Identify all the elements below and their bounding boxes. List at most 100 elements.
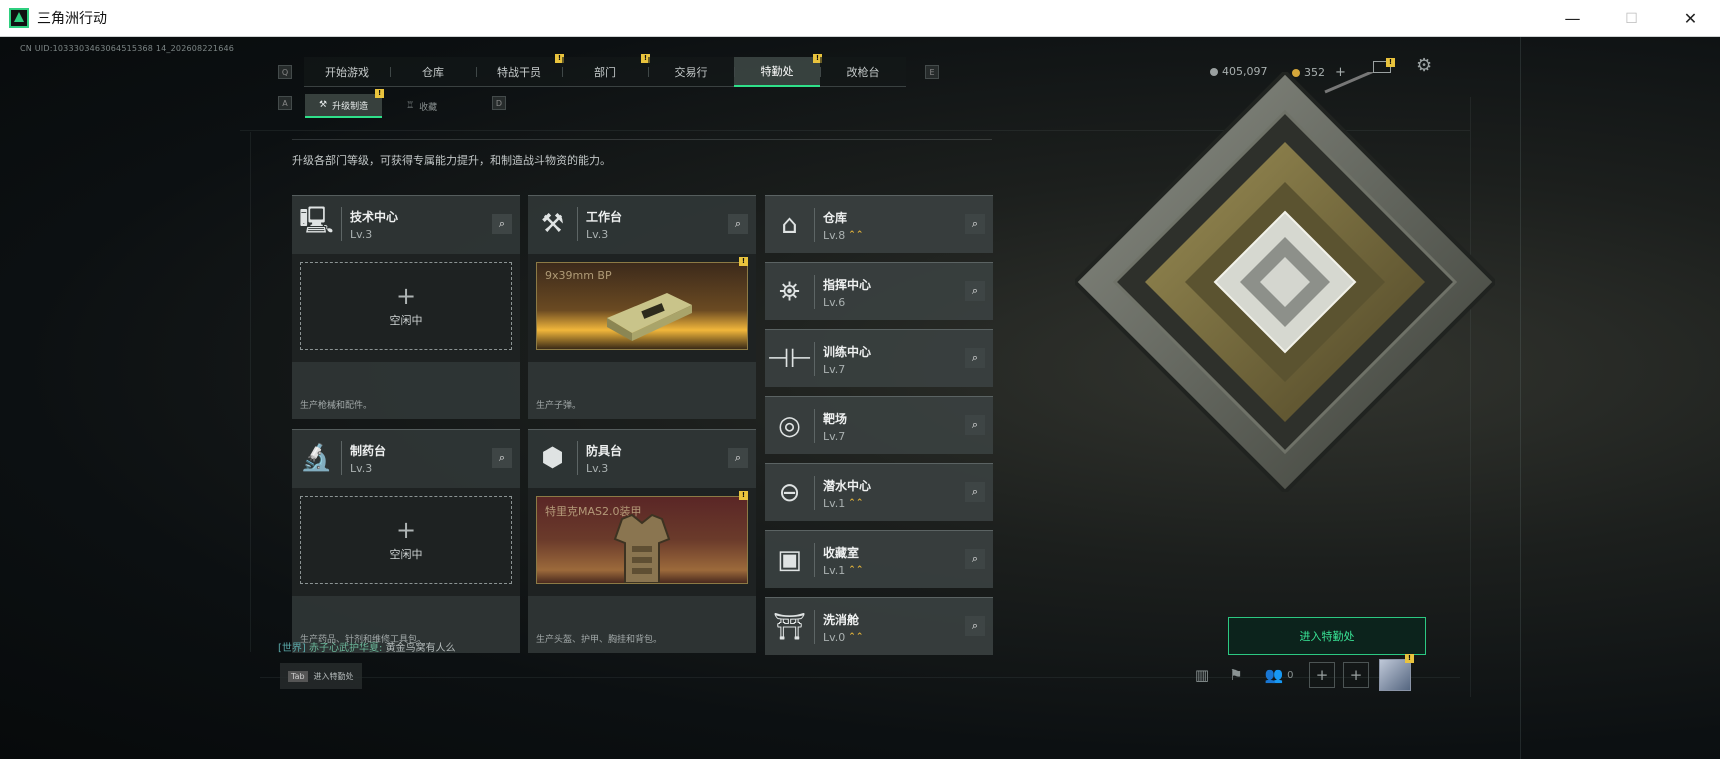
subnav-left-key: A [278, 96, 292, 110]
notification-badge: ! [1405, 654, 1414, 663]
nav-left-key: Q [278, 65, 292, 79]
search-icon[interactable]: ⌕ [728, 214, 748, 234]
friends-icon: 👥 [1264, 666, 1284, 684]
maximize-button[interactable]: ☐ [1602, 0, 1661, 37]
facility-warehouse[interactable]: ⌂ 仓库 Lv.8 ⌃⌃ ⌕ [765, 195, 993, 253]
hammer-wrench-icon: ⚒ [528, 207, 578, 241]
upgrade-available-icon: ⌃⌃ [848, 565, 864, 575]
product-name: 9x39mm BP [545, 269, 612, 282]
search-icon[interactable]: ⌕ [965, 348, 985, 368]
production-slot[interactable]: 特里克MAS2.0装甲 ! [528, 488, 756, 596]
facility-cube-illustration [1075, 72, 1495, 492]
workshop-card-pharmacy: 🔬 制药台 Lv.3 ⌕ + 空闲中 生产药品、针剂和维修工具包。 [292, 429, 520, 653]
search-icon[interactable]: ⌕ [965, 549, 985, 569]
plus-icon: + [395, 516, 417, 544]
silver-currency: 405,097 [1210, 65, 1268, 78]
player-avatar[interactable]: ! [1379, 654, 1414, 691]
chat-text: 黄金鸟窝有人么 [385, 643, 456, 654]
facility-level: Lv.0 [823, 630, 846, 644]
facility-name: 洗消舱 [823, 612, 860, 627]
facility-level: Lv.7 [823, 429, 846, 443]
production-slot[interactable]: + 空闲中 [292, 254, 520, 362]
friends-count: 0 [1287, 669, 1294, 681]
facility-name: 指挥中心 [823, 277, 872, 292]
workshop-name: 防具台 [586, 443, 623, 458]
tab-gunsmith[interactable]: 改枪台 [820, 57, 906, 87]
subtab-collection[interactable]: ♖ 收藏 [392, 94, 451, 118]
workshop-card-tech-center: 🖳 技术中心 Lv.3 ⌕ + 空闲中 生产枪械和配件。 [292, 195, 520, 419]
slot-status: 空闲中 [389, 548, 423, 561]
facility-training-center[interactable]: ⊣⊢ 训练中心 Lv.7 ⌕ [765, 329, 993, 387]
workshop-level: Lv.3 [350, 461, 373, 475]
tab-market[interactable]: 交易行 [648, 57, 734, 87]
frame-line [250, 132, 251, 652]
shower-icon: ⛩ [765, 610, 815, 644]
frame-line [1520, 37, 1521, 759]
main-nav: 开始游戏 仓库 特战干员! 部门! 交易行 特勤处! 改枪台 [304, 54, 906, 87]
workshop-card-workbench: ⚒ 工作台 Lv.3 ⌕ 9x39mm BP ! 生产子弹。 [528, 195, 756, 419]
subtab-upgrade-craft[interactable]: ⚒ 升级制造 ! [305, 89, 385, 118]
facility-level: Lv.7 [823, 362, 846, 376]
tab-hint-label: 进入特勤处 [313, 671, 354, 681]
ammo-box-image [607, 293, 692, 341]
plus-icon: + [395, 282, 417, 310]
facility-level: Lv.1 [823, 563, 846, 577]
search-icon[interactable]: ⌕ [965, 214, 985, 234]
microscope-icon: 🔬 [292, 441, 342, 475]
facility-level: Lv.8 [823, 228, 846, 242]
facility-collection-room[interactable]: ▣ 收藏室 Lv.1 ⌃⌃ ⌕ [765, 530, 993, 588]
production-slot[interactable]: + 空闲中 [292, 488, 520, 596]
minimize-button[interactable]: — [1543, 0, 1602, 37]
tab-department[interactable]: 部门! [562, 54, 650, 87]
enter-special-ops-button[interactable]: 进入特勤处 [1228, 617, 1426, 655]
notification-badge: ! [739, 491, 748, 500]
app-logo-icon [9, 8, 29, 28]
workshop-name: 工作台 [586, 209, 623, 224]
tab-warehouse[interactable]: 仓库 [390, 57, 476, 87]
stats-chart-icon[interactable]: ▥ [1185, 659, 1219, 691]
chat-message[interactable]: [世界] 赤子心武护华夏: 黄金鸟窝有人么 [278, 639, 456, 654]
facility-diving-center[interactable]: ⊖ 潜水中心 Lv.1 ⌃⌃ ⌕ [765, 463, 993, 521]
workshop-name: 技术中心 [350, 209, 399, 224]
upgrade-available-icon: ⌃⌃ [848, 632, 864, 642]
chat-channel: [世界] [278, 643, 306, 654]
search-icon[interactable]: ⌕ [965, 281, 985, 301]
tab-hint[interactable]: Tab 进入特勤处 [280, 663, 362, 689]
trophy-case-icon: ▣ [765, 543, 815, 577]
facility-name: 仓库 [823, 210, 848, 225]
production-slot[interactable]: 9x39mm BP ! [528, 254, 756, 362]
search-icon[interactable]: ⌕ [965, 415, 985, 435]
facility-shooting-range[interactable]: ◎ 靶场 Lv.7 ⌕ [765, 396, 993, 454]
facility-level: Lv.1 [823, 496, 846, 510]
tab-start-game[interactable]: 开始游戏 [304, 57, 390, 87]
search-icon[interactable]: ⌕ [492, 448, 512, 468]
page-description: 升级各部门等级，可获得专属能力提升，和制造战斗物资的能力。 [292, 154, 611, 167]
facility-command-center[interactable]: ⛯ 指挥中心 Lv.6 ⌕ [765, 262, 993, 320]
warehouse-icon: ⌂ [765, 208, 815, 242]
computer-icon: 🖳 [292, 206, 342, 241]
friends-button[interactable]: 👥 0 [1253, 659, 1305, 691]
tab-special-ops[interactable]: 特勤处! [734, 54, 822, 87]
flag-icon[interactable]: ⚑ [1219, 659, 1253, 691]
settings-gear-icon[interactable]: ⚙ [1416, 55, 1432, 76]
search-icon[interactable]: ⌕ [728, 448, 748, 468]
search-icon[interactable]: ⌕ [492, 214, 512, 234]
armor-vest-image [613, 513, 671, 583]
facility-decon-chamber[interactable]: ⛩ 洗消舱 Lv.0 ⌃⌃ ⌕ [765, 597, 993, 655]
search-icon[interactable]: ⌕ [965, 616, 985, 636]
search-icon[interactable]: ⌕ [965, 482, 985, 502]
add-slot-button[interactable]: + [1309, 662, 1335, 688]
diving-mask-icon: ⊖ [765, 476, 815, 510]
tab-operators[interactable]: 特战干员! [476, 54, 564, 87]
add-currency-button[interactable]: + [1335, 65, 1346, 80]
upgrade-available-icon: ⌃⌃ [848, 498, 864, 508]
workshop-description: 生产子弹。 [536, 401, 582, 411]
command-icon: ⛯ [765, 275, 815, 309]
dumbbell-icon: ⊣⊢ [765, 342, 815, 376]
workshop-card-armor-bench: ⬢ 防具台 Lv.3 ⌕ 特里克MAS2.0装甲 ! 生产头盔、护甲、胸挂和背包。 [528, 429, 756, 653]
upgrade-available-icon: ⌃⌃ [848, 230, 864, 240]
close-button[interactable]: ✕ [1661, 0, 1720, 37]
add-slot-button[interactable]: + [1343, 662, 1369, 688]
notification-badge: ! [375, 89, 385, 98]
workshop-name: 制药台 [350, 443, 387, 458]
